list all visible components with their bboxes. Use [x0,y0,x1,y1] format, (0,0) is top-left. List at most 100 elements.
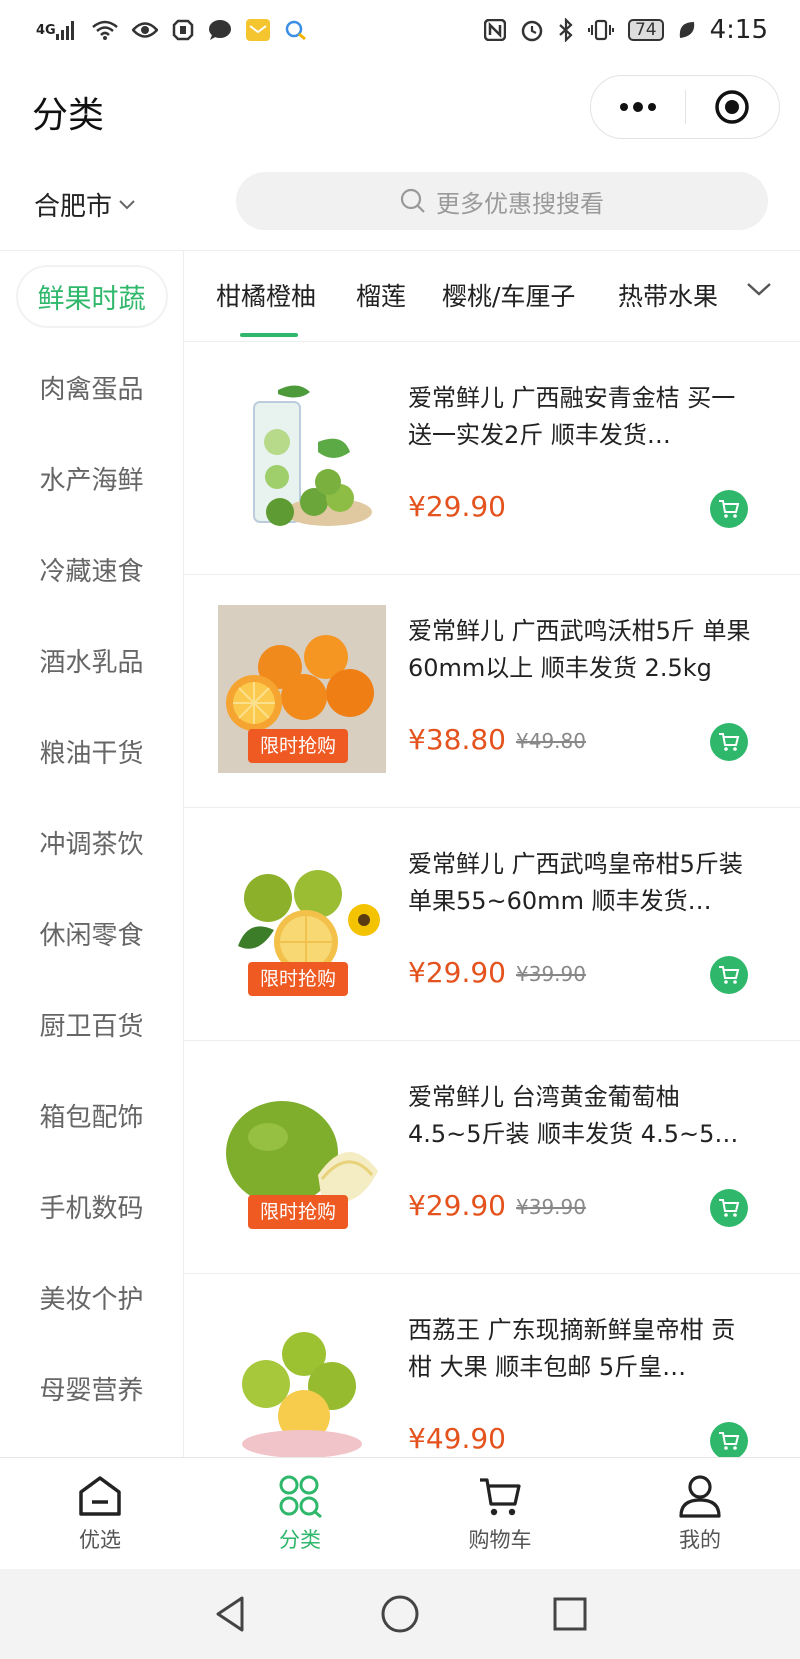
flash-sale-badge: 限时抢购 [248,729,349,763]
cart-icon [719,500,740,518]
product-title: 爱常鲜儿 台湾黄金葡萄柚 4.5~5斤装 顺丰发货 4.5~5… [408,1083,739,1148]
product-item[interactable]: 限时抢购 爱常鲜儿 广西武鸣皇帝柑5斤装 单果55~60mm 顺丰发货… ¥29… [184,808,800,1041]
search-icon [400,188,425,213]
sidebar-item-label: 美妆个护 [39,1285,144,1315]
tab-tropical-fruit[interactable]: 热带水果 [618,277,718,313]
sidebar-item-label: 休闲零食 [39,921,144,951]
sidebar-item-bags-accessories[interactable]: 箱包配饰 [0,1070,183,1161]
flash-sale-badge: 限时抢购 [248,1195,349,1229]
wifi-icon [91,20,118,40]
eye-icon [131,21,158,39]
target-circle-icon [715,90,749,124]
nfc-icon [483,19,506,41]
add-to-cart-button[interactable] [710,1189,748,1227]
sidebar-item-drinks-dairy[interactable]: 酒水乳品 [0,615,183,706]
tab-label: 购物车 [468,1528,532,1552]
product-price: ¥29.90 [408,1189,506,1222]
product-price: ¥38.80 [408,723,506,756]
product-item[interactable]: 西荔王 广东现摘新鲜皇帝柑 贡柑 大果 顺丰包邮 5斤皇… ¥49.90 [184,1274,800,1457]
tab-durian[interactable]: 榴莲 [356,277,406,313]
status-bar-right: 74 4:15 [483,15,768,45]
cart-icon [719,733,740,751]
sidebar-item-snacks[interactable]: 休闲零食 [0,888,183,979]
vibrate-icon [587,19,614,41]
sidebar-item-digital[interactable]: 手机数码 [0,1161,183,1252]
search-placeholder: 更多优惠搜搜看 [436,189,604,218]
product-image: 限时抢购 [218,605,386,773]
sidebar-item-baby[interactable]: 母婴营养 [0,1343,183,1434]
tab-home[interactable]: 优选 [0,1458,200,1569]
product-original-price: ¥49.80 [516,729,586,753]
cart-icon [719,1432,740,1450]
sidebar-item-grain-oil[interactable]: 粮油干货 [0,706,183,797]
product-price: ¥29.90 [408,490,506,523]
title-bar: 分类 [0,60,800,160]
sidebar-item-label: 水产海鲜 [39,466,144,496]
tab-cart[interactable]: 购物车 [400,1458,600,1569]
sidebar-item-tea-beverage[interactable]: 冲调茶饮 [0,797,183,888]
battery-level: 74 [627,19,664,41]
sidebar-item-label: 肉禽蛋品 [39,375,144,405]
city-selector[interactable]: 合肥市 [34,186,136,223]
sidebar-item-label: 酒水乳品 [39,648,144,678]
home-circle-icon[interactable] [380,1594,420,1634]
cart-icon [719,966,740,984]
back-icon[interactable] [210,1594,250,1634]
sidebar-item-label: 母婴营养 [39,1376,144,1406]
tab-citrus[interactable]: 柑橘橙柚 [216,277,316,313]
leaf-icon [678,20,696,40]
sidebar-item-label: 粮油干货 [39,739,144,769]
hand-icon [172,19,194,41]
city-label: 合肥市 [34,192,113,222]
sidebar-item-household[interactable]: 厨卫百货 [0,979,183,1070]
product-original-price: ¥39.90 [516,962,586,986]
add-to-cart-button[interactable] [710,956,748,994]
signal-icon: 4G [36,20,78,40]
tab-cherry[interactable]: 樱桃/车厘子 [442,277,575,313]
product-price: ¥49.90 [408,1422,506,1455]
subcategory-tabs: 柑橘橙柚 榴莲 樱桃/车厘子 热带水果 [184,250,800,342]
sidebar-item-label: 箱包配饰 [39,1103,144,1133]
product-title: 西荔王 广东现摘新鲜皇帝柑 贡柑 大果 顺丰包邮 5斤皇… [408,1316,736,1381]
add-to-cart-button[interactable] [710,1422,748,1457]
recents-square-icon[interactable] [550,1594,590,1634]
product-item[interactable]: 爱常鲜儿 广西融安青金桔 买一送一实发2斤 顺丰发货… ¥29.90 [184,342,800,575]
category-icon [279,1475,322,1518]
product-item[interactable]: 限时抢购 爱常鲜儿 广西武鸣沃柑5斤 单果60mm以上 顺丰发货 2.5kg ¥… [184,575,800,808]
cart-icon [480,1478,521,1516]
sidebar-item-beauty[interactable]: 美妆个护 [0,1252,183,1343]
system-navigation-bar [0,1569,800,1659]
add-to-cart-button[interactable] [710,490,748,528]
network-type: 4G [36,22,56,38]
sidebar-item-label: 厨卫百货 [39,1012,144,1042]
product-title: 爱常鲜儿 广西武鸣皇帝柑5斤装 单果55~60mm 顺丰发货… [408,850,743,915]
page-title: 分类 [32,95,105,136]
product-image: 限时抢购 [218,838,386,1006]
product-original-price: ¥39.90 [516,1195,586,1219]
sidebar-item-fresh-fruit-veg[interactable]: 鲜果时蔬 [0,251,183,342]
chevron-down-icon [119,199,135,209]
tab-category[interactable]: 分类 [200,1458,400,1569]
product-item[interactable]: 限时抢购 爱常鲜儿 台湾黄金葡萄柚 4.5~5斤装 顺丰发货 4.5~5… ¥2… [184,1041,800,1274]
cart-icon [719,1199,740,1217]
more-dots-icon [619,102,656,112]
sidebar-item-meat-eggs[interactable]: 肉禽蛋品 [0,342,183,433]
sidebar-item-frozen-food[interactable]: 冷藏速食 [0,524,183,615]
product-image: 限时抢购 [218,1071,386,1239]
mini-program-capsule [590,75,780,139]
home-icon [79,1476,121,1516]
search-row: 合肥市 更多优惠搜搜看 [0,160,800,250]
status-bar-left: 4G [36,19,308,41]
add-to-cart-button[interactable] [710,723,748,761]
category-sidebar: 鲜果时蔬 肉禽蛋品 水产海鲜 冷藏速食 酒水乳品 粮油干货 冲调茶饮 休闲零食 … [0,250,184,1457]
chevron-down-icon[interactable] [746,281,772,297]
product-price: ¥29.90 [408,956,506,989]
more-button[interactable] [591,76,685,138]
tab-profile[interactable]: 我的 [600,1458,800,1569]
sidebar-item-seafood[interactable]: 水产海鲜 [0,433,183,524]
user-icon [679,1475,721,1518]
status-bar: 4G 74 4:15 [0,0,800,60]
mail-icon [245,19,270,41]
search-input[interactable]: 更多优惠搜搜看 [236,172,768,230]
close-miniprogram-button[interactable] [686,76,780,138]
